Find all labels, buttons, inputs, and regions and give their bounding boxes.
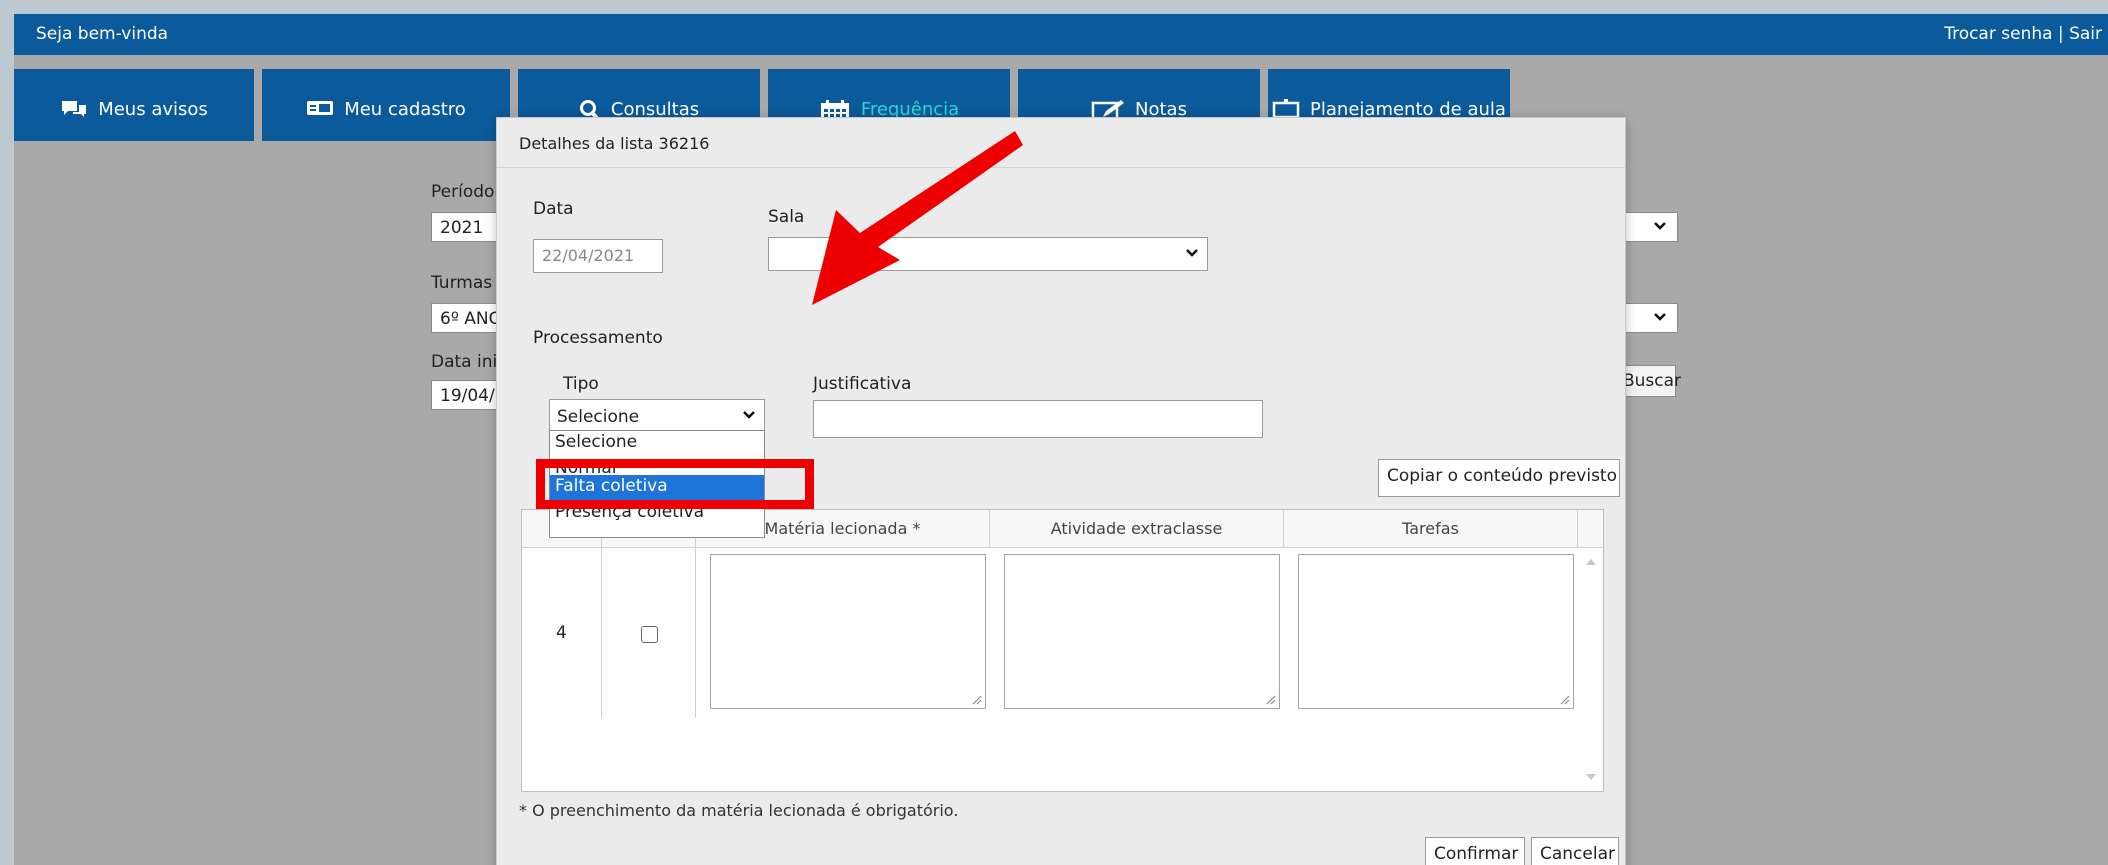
logout-link[interactable]: Sair [2069,24,2102,44]
scroll-down-icon[interactable] [1586,774,1596,781]
change-password-link[interactable]: Trocar senha [1944,24,2052,44]
required-field-note: * O preenchimento da matéria lecionada é… [519,801,959,820]
copy-planned-content-button[interactable]: Copiar o conteúdo previsto [1378,459,1620,497]
app-frame: Seja bem-vinda Trocar senha | Sair Meus … [14,14,2108,865]
column-header-tarefas: Tarefas [1284,510,1578,548]
resize-grip-icon [1266,695,1276,705]
row-checkbox[interactable] [641,626,658,643]
column-header-atividade: Atividade extraclasse [990,510,1284,548]
tipo-selected-value: Selecione [557,407,640,427]
chevron-down-icon [743,411,755,419]
highlight-box-annotation [536,459,814,509]
materia-textarea[interactable] [710,554,986,709]
aula-cell: 4 [522,548,602,718]
chevron-down-icon [1186,249,1198,257]
tab-meus-avisos[interactable]: Meus avisos [14,69,254,141]
data-field[interactable]: 22/04/2021 [533,239,663,273]
buscar-button[interactable]: Buscar [1618,365,1681,397]
aula-number: 4 [556,623,567,643]
resize-grip-icon [972,695,982,705]
tab-label: Meu cadastro [344,99,466,120]
tipo-option[interactable]: Selecione [550,431,764,457]
tipo-label: Tipo [563,374,599,394]
tipo-select[interactable]: Selecione [549,399,765,433]
lesson-table: Au Matéria lecionada * Atividade extracl… [521,509,1604,792]
chevron-down-icon [1654,313,1666,321]
justificativa-label: Justificativa [813,374,912,394]
cancel-button[interactable]: Cancelar [1531,837,1619,865]
processamento-label: Processamento [533,328,663,348]
account-links: Trocar senha | Sair [1944,24,2102,44]
id-card-icon [307,101,334,115]
data-label: Data [533,199,574,219]
chevron-down-icon [1654,222,1666,230]
justificativa-input[interactable] [813,400,1263,438]
check-cell [602,548,696,718]
tarefas-textarea[interactable] [1298,554,1574,709]
tab-label: Meus avisos [98,99,208,120]
scroll-up-icon[interactable] [1586,558,1596,565]
periodo-label: Período [431,182,495,202]
comments-icon [62,101,87,117]
resize-grip-icon [1560,695,1570,705]
atividade-textarea[interactable] [1004,554,1280,709]
welcome-text: Seja bem-vinda [36,24,169,44]
turmas-label: Turmas [431,273,493,293]
table-scrollbar[interactable] [1579,548,1603,791]
link-separator: | [2052,24,2070,44]
sala-label: Sala [768,207,805,227]
top-bar: Seja bem-vinda Trocar senha | Sair [14,14,2108,55]
tab-meu-cadastro[interactable]: Meu cadastro [262,69,510,141]
red-arrow-annotation [812,131,1023,305]
data-inicio-label: Data ini [431,352,498,372]
confirm-button[interactable]: Confirmar [1425,837,1525,865]
modal-title: Detalhes da lista 36216 [497,118,1625,168]
column-header-scroll-spacer [1578,510,1603,548]
